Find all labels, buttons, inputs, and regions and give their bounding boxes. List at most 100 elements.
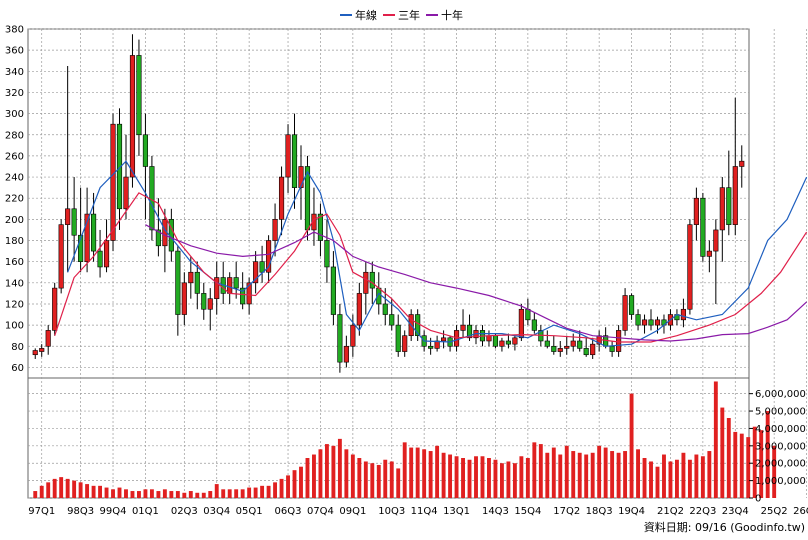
candle-body: [97, 250, 103, 268]
volume-bar: [441, 452, 446, 498]
candle: [564, 335, 570, 355]
volume-bar: [104, 487, 109, 498]
candle-body: [590, 343, 596, 356]
x-tick-label: 18Q3: [586, 506, 613, 517]
candle: [719, 177, 725, 262]
volume-bar: [674, 459, 679, 498]
price-tick-label: 260: [5, 151, 24, 162]
candle-body: [622, 295, 628, 331]
candle: [706, 240, 712, 273]
volume-bar: [409, 447, 414, 498]
candle-body: [123, 176, 129, 210]
candle-body: [382, 303, 388, 315]
volume-bar: [279, 478, 284, 498]
candle-body: [233, 277, 239, 289]
volume-bar: [545, 452, 550, 498]
candle: [330, 251, 336, 326]
candle-body: [188, 271, 194, 284]
candle: [525, 298, 531, 326]
volume-bar: [331, 445, 336, 498]
candle-body: [136, 55, 142, 136]
candle: [726, 150, 732, 236]
volume-bar: [266, 485, 271, 498]
candle: [78, 187, 84, 273]
candle-body: [39, 348, 45, 352]
legend-label-ten-year: 十年: [441, 8, 463, 22]
volume-bar: [305, 458, 310, 498]
candle: [434, 335, 440, 352]
volume-bar: [519, 456, 524, 498]
volume-bar: [52, 478, 57, 498]
candle: [103, 219, 110, 273]
x-tick-label: 01Q1: [132, 506, 159, 517]
candle: [343, 335, 349, 368]
candle: [486, 330, 492, 347]
volume-bar: [720, 407, 725, 498]
candle-body: [350, 324, 356, 347]
candle-body: [628, 295, 635, 315]
candle: [214, 261, 220, 315]
candle-body: [583, 348, 589, 356]
price-tick-label: 120: [5, 299, 24, 310]
candle: [266, 235, 272, 283]
volume-bar: [214, 484, 219, 498]
volume-bar: [739, 433, 744, 498]
stock-chart: 年線 三年 十年 60 80 100 120 140 160 180 200 220 240 260…: [5, 8, 808, 534]
candle-body: [129, 55, 136, 178]
price-panel-frame: [27, 28, 750, 379]
volume-bar: [448, 454, 453, 498]
candle: [259, 245, 265, 283]
candle: [635, 309, 641, 331]
volume-bar: [59, 477, 64, 498]
volume-bar: [597, 445, 602, 498]
candle: [233, 261, 239, 299]
candle-body: [142, 134, 149, 167]
source-note: 資料日期: 09/16 (Goodinfo.tw): [644, 520, 805, 534]
volume-bar: [182, 492, 187, 498]
candle-body: [110, 123, 116, 241]
price-tick-label: 320: [5, 88, 24, 99]
volume-bar: [512, 463, 517, 498]
candle: [518, 303, 524, 341]
volume-bar: [337, 438, 342, 498]
volume-bar: [694, 454, 699, 498]
candle-body: [551, 345, 557, 352]
candle: [512, 335, 518, 351]
volume-y-axis: 0 1,000,000 2,000,000 3,000,000 4,000,000 5,0…: [749, 389, 806, 505]
candle: [544, 330, 550, 349]
volume-bar: [487, 458, 491, 498]
x-tick-label: 25Q2: [761, 506, 788, 517]
price-candles: [32, 34, 745, 373]
volume-bar: [584, 454, 589, 498]
volume-bar: [428, 451, 433, 498]
price-y-axis: 60 80 100 120 140 160 180 200 220 240 260 280 300 320…: [5, 25, 24, 374]
volume-bar: [137, 491, 141, 498]
candle-body: [654, 319, 661, 326]
volume-bar: [376, 464, 381, 498]
candle: [674, 309, 680, 326]
volume-bar: [551, 447, 556, 498]
candle: [648, 309, 654, 331]
price-tick-label: 180: [5, 236, 24, 247]
volume-bar: [65, 478, 70, 498]
x-tick-label: 14Q3: [482, 506, 509, 517]
candle-body: [564, 345, 570, 349]
candle: [175, 245, 181, 336]
candle-body: [285, 134, 291, 178]
volume-bar: [39, 485, 44, 498]
candle-body: [616, 330, 622, 352]
candle: [447, 335, 453, 352]
x-tick-label: 06Q3: [275, 506, 302, 517]
x-tick-label: 23Q4: [722, 506, 749, 517]
candle-body: [719, 187, 725, 231]
volume-bar: [111, 489, 115, 498]
volume-bar: [98, 485, 103, 498]
volume-bar: [389, 461, 394, 498]
candle: [65, 66, 71, 273]
candle: [641, 314, 648, 334]
volume-bar: [655, 466, 660, 498]
candle-body: [486, 335, 492, 342]
x-axis: 97Q1 98Q3 99Q4 01Q1 02Q3 03Q4 05Q1 06Q3 07Q4 09Q1…: [28, 506, 808, 517]
volume-bar: [292, 470, 297, 498]
volume-bar: [474, 456, 478, 498]
